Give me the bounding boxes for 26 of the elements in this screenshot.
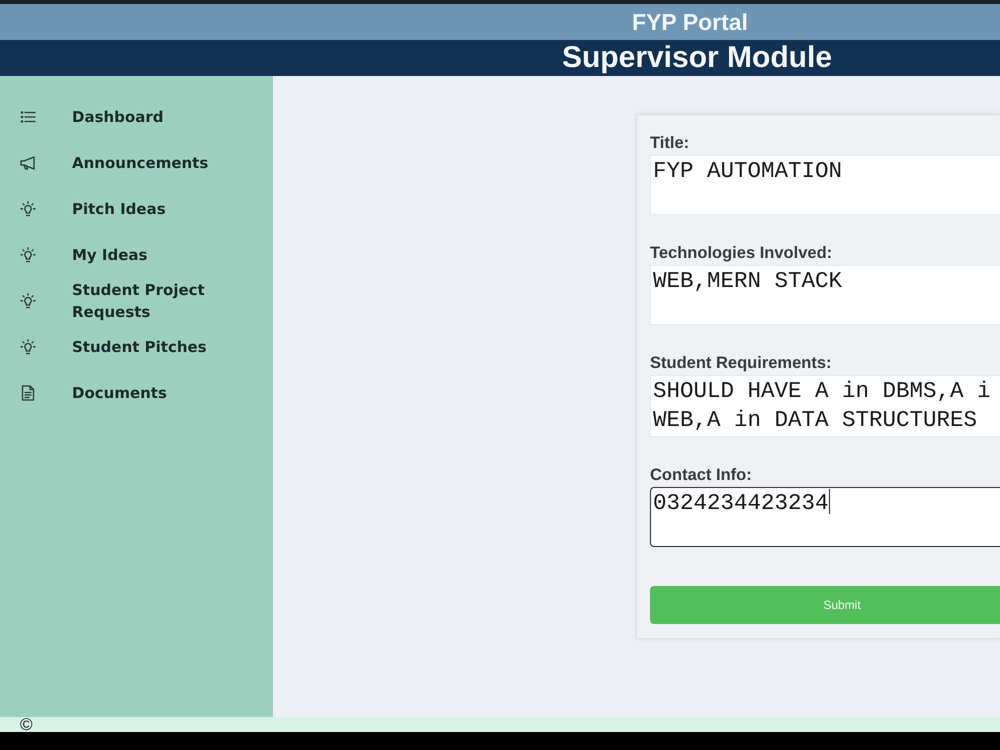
megaphone-icon (20, 155, 36, 171)
sidebar-item[interactable]: Announcements (72, 152, 208, 174)
sidebar-item[interactable]: Pitch Ideas (72, 198, 166, 220)
input-field[interactable]: FYP AUTOMATION (650, 155, 1000, 215)
field-label: Contact Info: (650, 465, 752, 485)
sidebar-item[interactable]: Dashboard (72, 106, 164, 128)
document-icon (20, 385, 36, 401)
field-label: Title: (650, 133, 690, 153)
lightbulb-icon (20, 339, 36, 355)
text-area[interactable]: SHOULD HAVE A in DBMS,A i WEB,A in DATA STRUCTURES (650, 375, 1000, 437)
input-field[interactable]: WEB,MERN STACK (650, 265, 1000, 325)
copyright-text: © (20, 717, 33, 732)
lightbulb-icon (20, 247, 36, 263)
list-icon (20, 109, 36, 125)
sidebar-item[interactable]: Student Project Requests (72, 279, 252, 323)
sidebar-item[interactable]: My Ideas (72, 244, 148, 266)
field-label: Student Requirements: (650, 353, 832, 373)
lightbulb-icon (20, 293, 36, 309)
sidebar-item[interactable]: Student Pitches (72, 336, 207, 358)
lightbulb-icon (20, 201, 36, 217)
sidebar-item[interactable]: Documents (72, 382, 167, 404)
text-cursor-icon (828, 489, 830, 514)
module-title: Supervisor Module (562, 41, 832, 75)
portal-title: FYP Portal (632, 9, 748, 35)
field-label: Technologies Involved: (650, 243, 832, 263)
input-field[interactable]: 0324234423234 (650, 487, 1000, 547)
